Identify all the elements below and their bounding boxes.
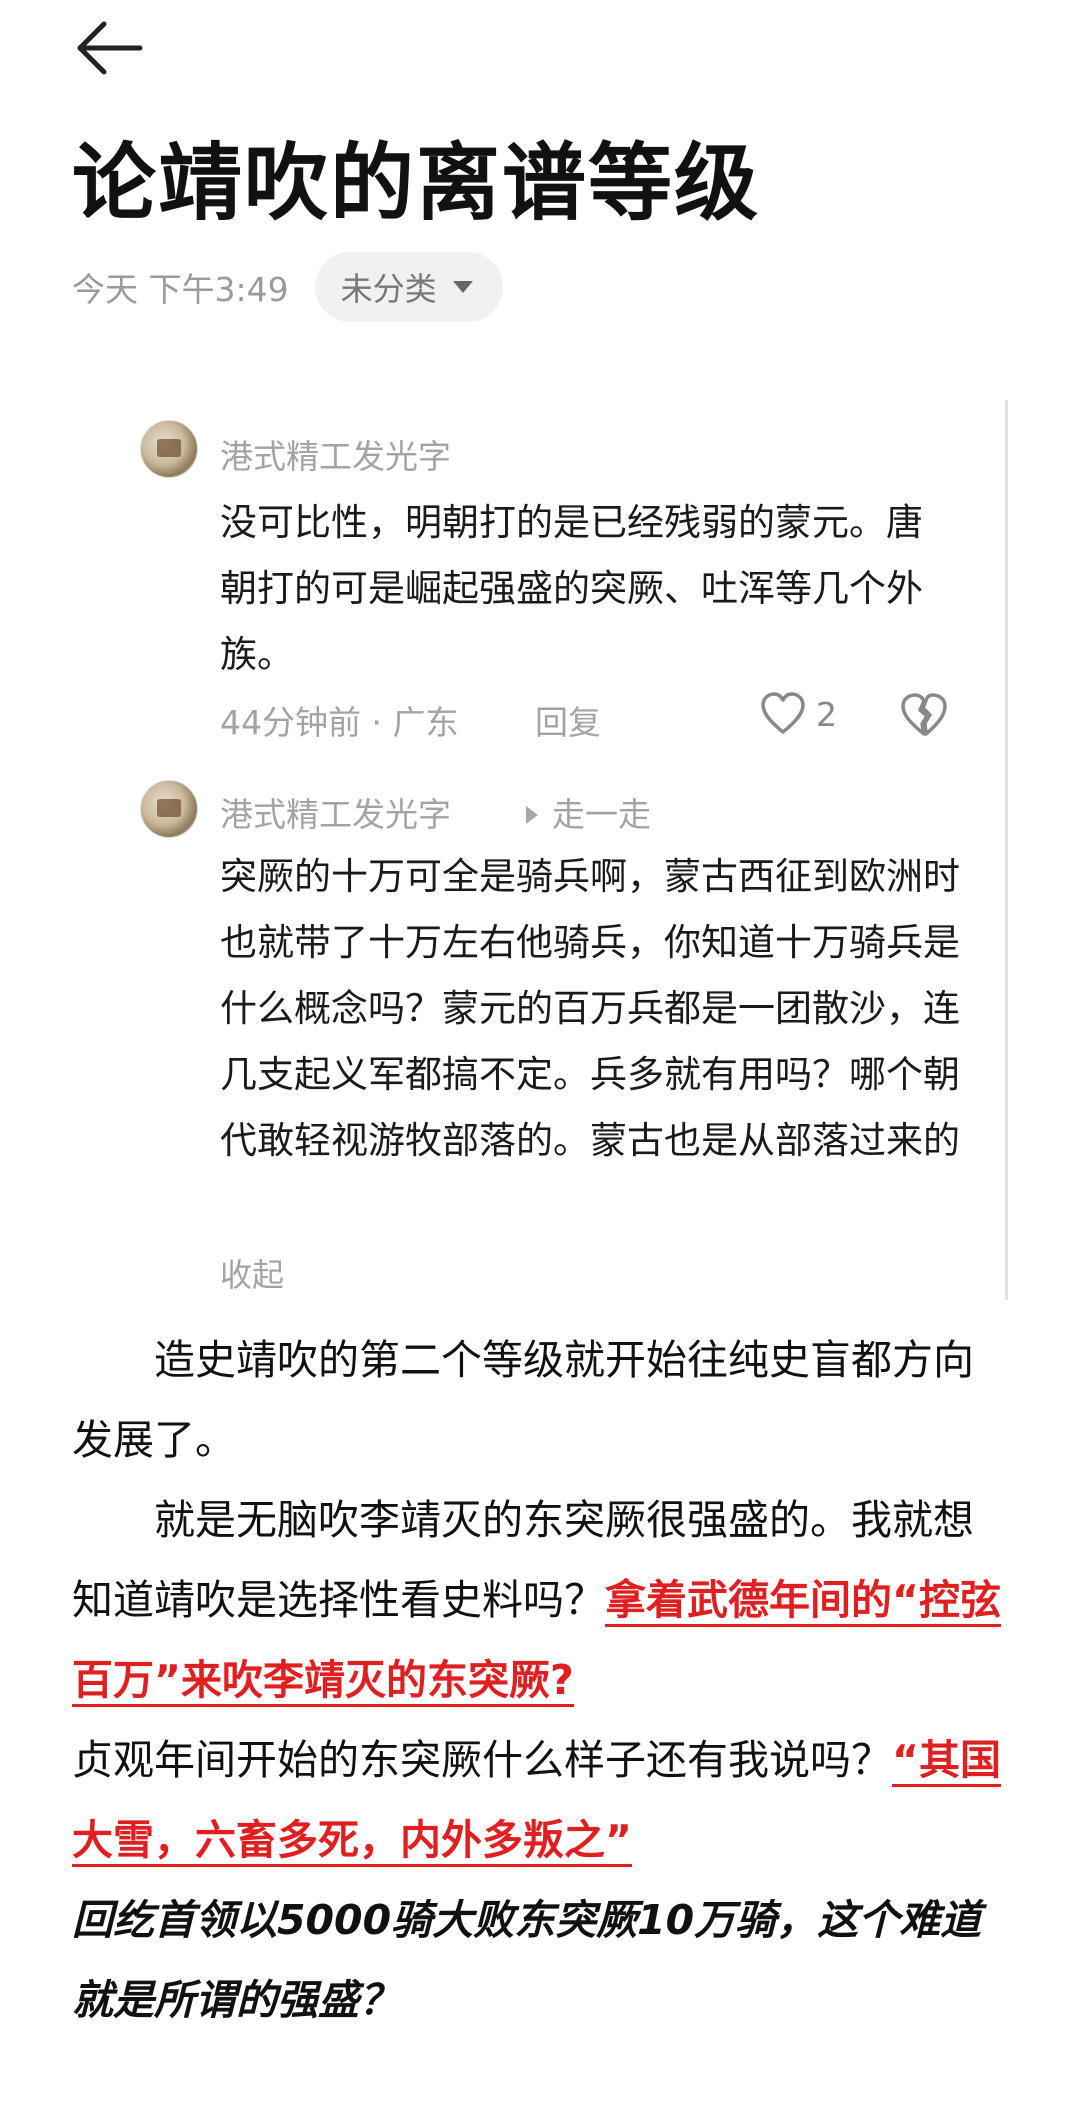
collapse-button[interactable]: 收起 <box>220 1250 284 1296</box>
comment-time-location: 44分钟前 · 广东 <box>220 703 459 742</box>
article-paragraph: 贞观年间开始的东突厥什么样子还有我说吗？“其国大雪，六畜多死，内外多叛之” <box>72 1720 1012 1880</box>
like-count: 2 <box>816 694 837 734</box>
article-text: 贞观年间开始的东突厥什么样子还有我说吗？ <box>72 1736 892 1784</box>
reply-to: 走一走 <box>512 788 651 836</box>
comment-username[interactable]: 港式精工发光字 <box>220 430 451 478</box>
heart-icon <box>761 692 805 734</box>
comment-text: 突厥的十万可全是骑兵啊，蒙古西征到欧洲时也就带了十万左右他骑兵，你知道十万骑兵是… <box>220 855 960 1162</box>
avatar[interactable] <box>140 420 198 478</box>
meta-row: 今天 下午3:49 未分类 <box>72 252 503 322</box>
article-paragraph: 造史靖吹的第二个等级就开始往纯史盲都方向发展了。 <box>72 1336 974 1464</box>
category-dropdown[interactable]: 未分类 <box>314 252 503 322</box>
category-label: 未分类 <box>340 270 437 308</box>
article-paragraph: 就是无脑吹李靖灭的东突厥很强盛的。我就想知道靖吹是选择性看史料吗？拿着武德年间的… <box>72 1480 1012 1720</box>
comments-section: 港式精工发光字 没可比性，明朝打的是已经残弱的蒙元。唐朝打的可是崛起强盛的突厥、… <box>120 400 1008 1300</box>
broken-heart-icon <box>901 693 947 736</box>
back-button[interactable] <box>74 18 144 78</box>
triangle-right-icon <box>526 806 538 824</box>
article-body: 造史靖吹的第二个等级就开始往纯史盲都方向发展了。 就是无脑吹李靖灭的东突厥很强盛… <box>72 1320 1012 2040</box>
arrow-left-icon <box>77 21 143 75</box>
reply-to-name[interactable]: 走一走 <box>552 795 651 834</box>
like-button[interactable]: 2 <box>760 692 837 736</box>
dislike-button[interactable] <box>900 692 948 742</box>
comment-text: 没可比性，明朝打的是已经残弱的蒙元。唐朝打的可是崛起强盛的突厥、吐浑等几个外族。 <box>220 501 923 676</box>
date-label: 今天 下午3:49 <box>72 270 289 309</box>
comment-username[interactable]: 港式精工发光字 <box>220 788 451 836</box>
avatar[interactable] <box>140 780 198 838</box>
caret-down-icon <box>452 281 473 293</box>
bold-italic-paragraph: 回纥首领以5000骑大败东突厥10万骑，这个难道就是所谓的强盛？ <box>72 1896 982 2024</box>
reply-button[interactable]: 回复 <box>535 696 601 744</box>
page-title: 论靖吹的离谱等级 <box>72 134 761 232</box>
